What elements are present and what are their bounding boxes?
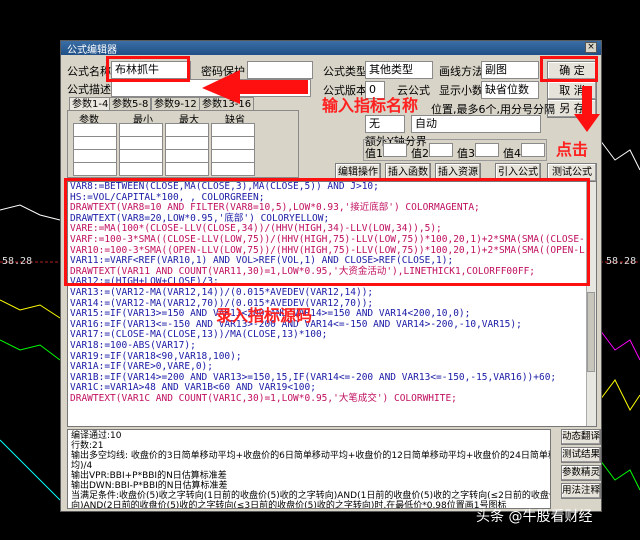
display-decimals-select[interactable]: 缺省位数 (481, 81, 539, 99)
title-bar: 公式编辑器 × (61, 41, 601, 56)
name-hint-annotation: 输入指标名称 (322, 96, 419, 115)
price-label-left: 58.28 (2, 256, 33, 267)
close-icon[interactable]: × (585, 42, 597, 53)
dynamic-translate-button[interactable]: 动态翻译 (561, 429, 601, 445)
param-cell[interactable] (165, 162, 209, 176)
draw-method-label: 画线方法 (439, 65, 483, 78)
param-cell[interactable] (73, 136, 117, 150)
click-hint-annotation: 点击 (556, 140, 589, 159)
param-cell[interactable] (73, 149, 117, 163)
info-line: 输出DWN:BBI-P*BBI的N日估算标准差 (71, 481, 228, 491)
info-line: 编译通过:10 (71, 431, 122, 441)
param-cell[interactable] (211, 123, 255, 137)
formula-type-select[interactable]: 其他类型 (365, 61, 433, 79)
info-line: 行数:21 (71, 441, 104, 451)
usage-notes-button[interactable]: 用法注释 (561, 483, 601, 499)
value-1-label: 值1 (365, 147, 383, 160)
param-grid (69, 123, 265, 176)
info-line: 输出多空均线: 收盘价的3日简单移动平均+收盘价的6日简单移动平均+收盘价的12… (71, 451, 551, 461)
none-select[interactable]: 无 (365, 115, 405, 133)
dialog-title: 公式编辑器 (67, 45, 117, 56)
param-cell[interactable] (119, 149, 163, 163)
param-cell[interactable] (119, 136, 163, 150)
value-1-input[interactable] (383, 143, 407, 157)
param-wizard-button[interactable]: 参数精灵 (561, 465, 601, 481)
param-cell[interactable] (73, 162, 117, 176)
value-2-input[interactable] (429, 143, 453, 157)
display-decimals-label: 显示小数 (439, 84, 483, 97)
param-cell[interactable] (211, 136, 255, 150)
ok-highlight-box (540, 56, 598, 82)
price-label-right: 58.28 (606, 256, 637, 267)
value-4-input[interactable] (521, 143, 545, 157)
code-hint-annotation: 录入指标源码 (216, 306, 313, 325)
auto-select[interactable]: 自动 (411, 115, 541, 133)
name-highlight-box (106, 56, 190, 82)
param-cell[interactable] (73, 123, 117, 137)
param-cell[interactable] (119, 162, 163, 176)
compile-info-panel: 编译通过:10 行数:21 输出多空均线: 收盘价的3日简单移动平均+收盘价的6日简… (67, 429, 551, 509)
formula-desc-label: 公式描述 (67, 83, 111, 96)
param-cell[interactable] (165, 136, 209, 150)
param-cell[interactable] (165, 149, 209, 163)
value-3-input[interactable] (475, 143, 499, 157)
test-result-button[interactable]: 测试结果 (561, 447, 601, 463)
value-3-label: 值3 (457, 147, 475, 160)
draw-method-select[interactable]: 副图 (481, 61, 539, 79)
value-4-label: 值4 (503, 147, 521, 160)
value-2-label: 值2 (411, 147, 429, 160)
code-highlight-box (64, 178, 590, 286)
watermark: 头条 @牛股看财经 (476, 509, 593, 525)
formula-name-label: 公式名称 (67, 65, 111, 78)
param-cell[interactable] (211, 162, 255, 176)
param-cell[interactable] (165, 123, 209, 137)
arrow-down-icon (574, 86, 600, 132)
code-line: DRAWTEXT(VAR1C AND COUNT(VAR1C,30)=1,LOW… (70, 392, 457, 404)
param-cell[interactable] (119, 123, 163, 137)
tab-params-5-8[interactable]: 参数5-8 (109, 97, 152, 111)
tab-params-9-12[interactable]: 参数9-12 (151, 97, 200, 111)
info-line: 均)/4 (71, 461, 93, 471)
code-line: VAR13:=(VAR12-MA(VAR12,14))/(0.015*AVEDE… (70, 286, 374, 298)
info-line: 输出VPR:BBI+P*BBI的N日估算标准差 (71, 471, 227, 481)
info-line: 当满足条件:收盘价(5)收之字转向(1日前的收盘价(5)收的之字转向)AND(1… (71, 491, 550, 501)
param-cell[interactable] (211, 149, 255, 163)
scrollbar-thumb[interactable] (587, 292, 595, 372)
code-line: VAR18:=100-ABS(VAR17); (70, 339, 196, 351)
arrow-to-name-icon (202, 70, 308, 104)
tab-params-1-4[interactable]: 参数1-4 (69, 97, 112, 111)
formula-type-label: 公式类型 (323, 65, 367, 78)
